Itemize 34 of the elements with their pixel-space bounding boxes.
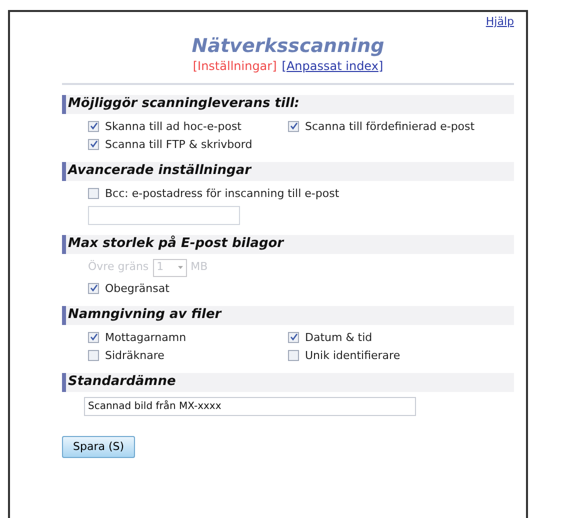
checkbox[interactable] [288, 332, 299, 342]
checkbox-label: Obegränsat [105, 280, 170, 296]
help-link[interactable]: Hjälp [486, 14, 514, 30]
checkbox-label: Bcc: e-postadress för inscanning till e-post [105, 186, 340, 200]
checkbox[interactable] [88, 188, 99, 198]
checkbox[interactable] [88, 120, 99, 132]
save-button[interactable]: Spara (S) [62, 436, 136, 458]
page-title: Nätverksscanning [190, 34, 386, 56]
checkbox-label: Scanna till FTP & skrivbord [105, 136, 252, 152]
section-header: Avancerade inställningar [62, 162, 514, 180]
checkbox[interactable] [88, 332, 99, 342]
subject-field[interactable]: Scannad bild från MX-xxxx [84, 396, 416, 416]
nav-link[interactable]: [Inställningar] [192, 56, 277, 74]
unit-label: MB [190, 259, 208, 276]
checkbox-label: Sidräknare [105, 348, 164, 362]
size-dropdown: 1 [152, 258, 187, 276]
checkbox[interactable] [88, 282, 99, 294]
checkbox-label: Skanna till ad hoc-e-post [105, 118, 242, 134]
checkbox-label: Unik identifierare [305, 348, 400, 362]
section-header: Möjliggör scanningleverans till: [62, 94, 514, 114]
checkbox[interactable] [288, 350, 299, 360]
section-header: Standardämne [62, 372, 514, 392]
limit-label: Övre gräns [88, 259, 149, 276]
section-header: Max storlek på E-post bilagor [62, 234, 514, 254]
checkbox[interactable] [288, 120, 299, 132]
checkbox-label: Datum & tid [305, 330, 372, 344]
section-header: Namngivning av filer [62, 306, 514, 324]
checkbox[interactable] [88, 138, 99, 150]
checkbox[interactable] [88, 350, 99, 360]
caret-icon [178, 266, 183, 269]
email-field[interactable] [88, 206, 240, 224]
checkbox-label: Mottagarnamn [105, 330, 186, 344]
nav-link[interactable]: [Anpassat index] [282, 56, 384, 74]
checkbox-label: Scanna till fördefinierad e-post [305, 118, 475, 134]
